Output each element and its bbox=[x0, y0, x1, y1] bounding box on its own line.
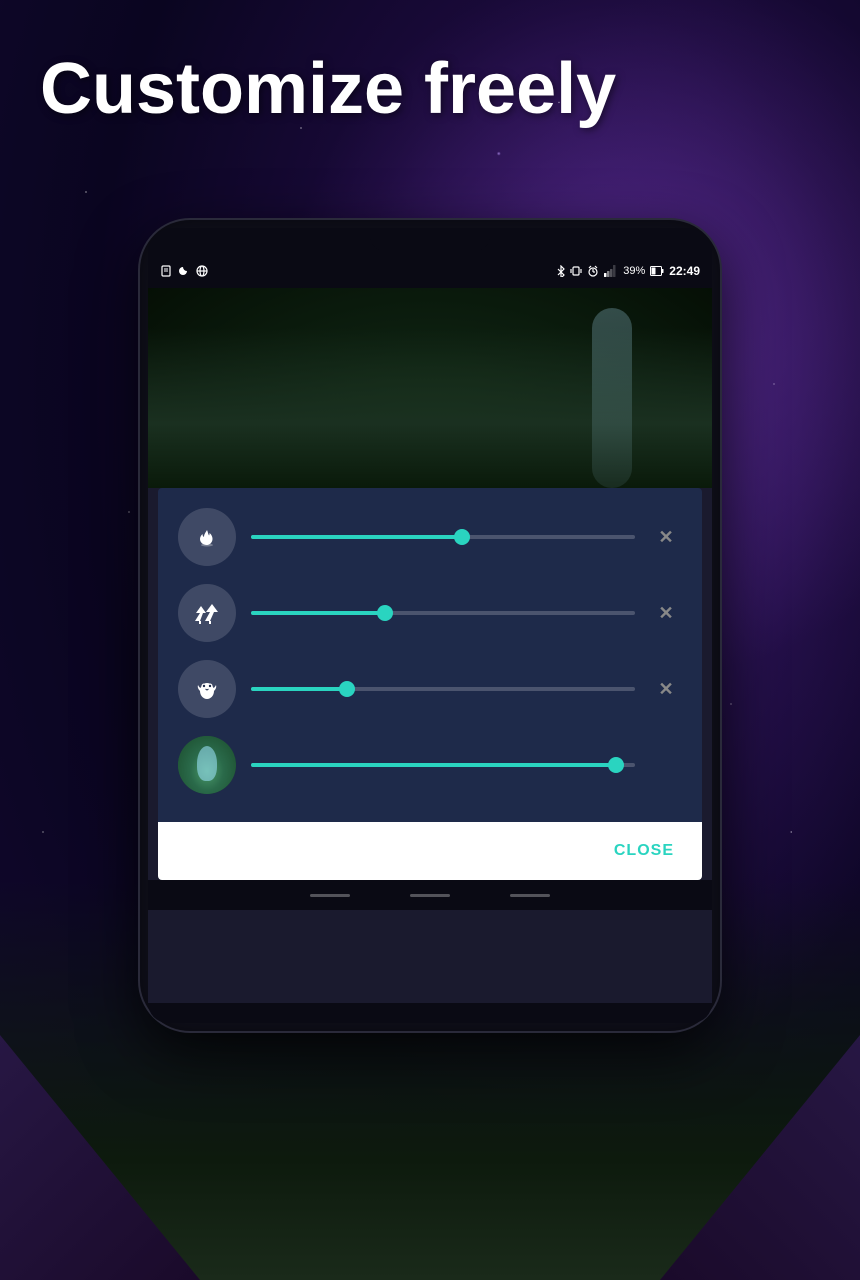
notification-icon bbox=[160, 265, 172, 277]
battery-percent: 39% bbox=[623, 265, 645, 277]
forest-slider[interactable] bbox=[251, 611, 635, 615]
phone-mockup: 39% 22:49 bbox=[140, 220, 720, 1031]
owl-remove-icon: ✕ bbox=[658, 680, 673, 698]
phone-bottom-bezel bbox=[148, 1003, 712, 1023]
alarm-icon bbox=[587, 265, 599, 277]
signal-icon bbox=[604, 265, 618, 277]
close-button[interactable]: CLOSE bbox=[606, 838, 682, 864]
sound-row-forest: ✕ bbox=[178, 584, 682, 642]
forest-remove-icon: ✕ bbox=[658, 604, 673, 622]
owl-slider[interactable] bbox=[251, 687, 635, 691]
dialog-footer: CLOSE bbox=[158, 822, 702, 880]
dialog-body: ✕ bbox=[158, 488, 702, 822]
waterfall-background bbox=[592, 308, 632, 488]
wallpaper-area bbox=[148, 288, 712, 488]
sound-row-owl: ✕ bbox=[178, 660, 682, 718]
owl-remove-button[interactable]: ✕ bbox=[650, 673, 682, 705]
waterfall-icon bbox=[178, 736, 236, 794]
campfire-remove-icon: ✕ bbox=[658, 528, 673, 546]
phone-top bbox=[148, 228, 712, 253]
status-left-icons bbox=[160, 265, 208, 277]
campfire-remove-button[interactable]: ✕ bbox=[650, 521, 682, 553]
campfire-icon bbox=[178, 508, 236, 566]
campfire-slider[interactable] bbox=[251, 535, 635, 539]
phone-nav-bar bbox=[148, 880, 712, 910]
sound-row-campfire: ✕ bbox=[178, 508, 682, 566]
recent-nav[interactable] bbox=[510, 894, 550, 897]
heading-area: Customize freely bbox=[0, 30, 860, 149]
phone-screen: 39% 22:49 bbox=[148, 253, 712, 1003]
waterfall-slider[interactable] bbox=[251, 763, 635, 767]
sound-mixer-dialog: ✕ bbox=[158, 488, 702, 880]
status-right-icons: 39% 22:49 bbox=[557, 264, 700, 278]
phone-body: 39% 22:49 bbox=[140, 220, 720, 1031]
battery-icon bbox=[650, 266, 664, 276]
page-title: Customize freely bbox=[40, 50, 820, 129]
back-nav[interactable] bbox=[310, 894, 350, 897]
globe-icon bbox=[196, 265, 208, 277]
owl-icon bbox=[178, 660, 236, 718]
moon-icon bbox=[178, 265, 190, 277]
forest-remove-button[interactable]: ✕ bbox=[650, 597, 682, 629]
status-bar: 39% 22:49 bbox=[148, 253, 712, 288]
sound-row-waterfall: ✕ bbox=[178, 736, 682, 794]
forest-icon bbox=[178, 584, 236, 642]
camera-bump bbox=[370, 231, 490, 251]
status-time: 22:49 bbox=[669, 264, 700, 278]
vibrate-icon bbox=[570, 265, 582, 277]
home-nav[interactable] bbox=[410, 894, 450, 897]
waterfall-photo-image bbox=[178, 736, 236, 794]
bluetooth-icon bbox=[557, 265, 565, 277]
